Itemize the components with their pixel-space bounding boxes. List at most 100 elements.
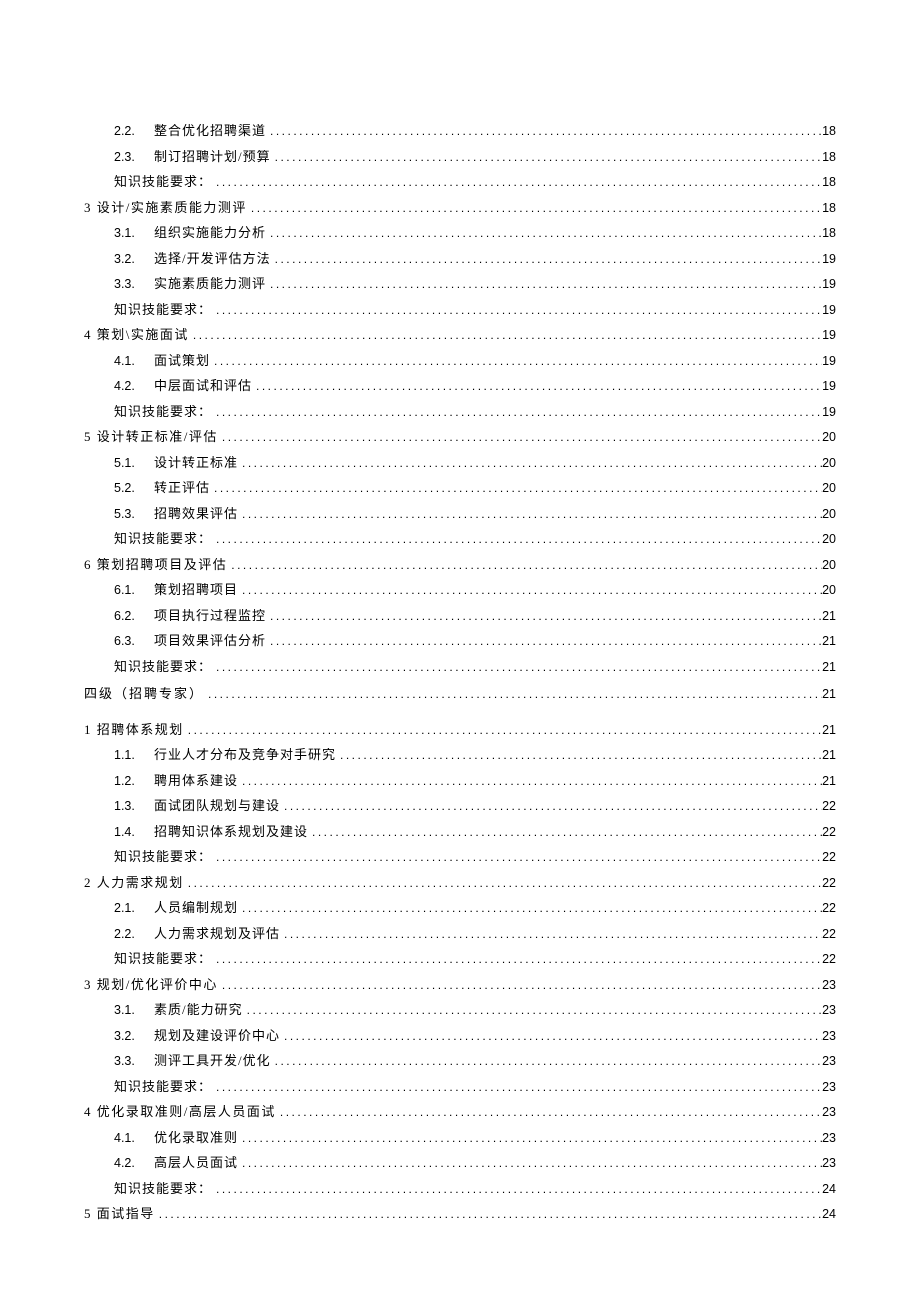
toc-item: 2.2.整合优化招聘渠道............................… — [84, 124, 836, 138]
toc-item: 1.3.面试团队规划与建设...........................… — [84, 799, 836, 813]
table-of-contents: 2.2.整合优化招聘渠道............................… — [84, 124, 836, 1221]
toc-leader: ........................................… — [247, 202, 822, 214]
toc-item-number: 2.2. — [84, 125, 154, 138]
toc-page-number: 19 — [822, 406, 836, 419]
toc-item-title: 招聘效果评估 — [154, 507, 238, 520]
toc-item: 5.2.转正评估................................… — [84, 481, 836, 495]
toc-page-number: 22 — [822, 928, 836, 941]
toc-item: 4.1.优化录取准则..............................… — [84, 1131, 836, 1145]
toc-item: 5 设计转正标准/评估.............................… — [84, 430, 836, 444]
toc-page-number: 18 — [822, 151, 836, 164]
toc-item-title: 项目效果评估分析 — [154, 634, 266, 647]
toc-leader: ........................................… — [238, 457, 822, 469]
toc-item: 5.1.设计转正标准..............................… — [84, 456, 836, 470]
toc-page-number: 21 — [822, 661, 836, 674]
toc-item-title: 项目执行过程监控 — [154, 609, 266, 622]
toc-leader: ........................................… — [276, 1106, 822, 1118]
toc-item: 6.2.项目执行过程监控............................… — [84, 609, 836, 623]
toc-page-number: 18 — [822, 227, 836, 240]
toc-item: 2.1.人员编制规划..............................… — [84, 901, 836, 915]
toc-item: 四级（招聘专家）................................… — [84, 687, 836, 701]
toc-item-number: 4.1. — [84, 1132, 154, 1145]
toc-item: 3 设计/实施素质能力测评...........................… — [84, 201, 836, 215]
toc-item-title: 规划及建设评价中心 — [154, 1029, 280, 1042]
toc-page-number: 19 — [822, 253, 836, 266]
toc-item-number: 4.2. — [84, 1157, 154, 1170]
toc-item-title: 4 优化录取准则/高层人员面试 — [84, 1105, 276, 1118]
toc-page-number: 18 — [822, 125, 836, 138]
toc-item: 3.3.测评工具开发/优化...........................… — [84, 1054, 836, 1068]
toc-page-number: 21 — [822, 749, 836, 762]
toc-item: 3.1.组织实施能力分析............................… — [84, 226, 836, 240]
toc-item: 2.2.人力需求规划及评估...........................… — [84, 927, 836, 941]
toc-item-title: 知识技能要求： — [114, 405, 212, 418]
toc-item: 3.2.选择/开发评估方法...........................… — [84, 252, 836, 266]
toc-page-number: 22 — [822, 902, 836, 915]
toc-item: 6.1.策划招聘项目..............................… — [84, 583, 836, 597]
toc-page-number: 20 — [822, 559, 836, 572]
toc-page-number: 23 — [822, 1004, 836, 1017]
toc-page-number: 19 — [822, 380, 836, 393]
toc-item-title: 5 设计转正标准/评估 — [84, 430, 218, 443]
toc-page-number: 19 — [822, 304, 836, 317]
toc-item: 6.3.项目效果评估分析............................… — [84, 634, 836, 648]
toc-leader: ........................................… — [218, 979, 822, 991]
toc-page-number: 18 — [822, 176, 836, 189]
toc-item-number: 3.2. — [84, 253, 154, 266]
toc-item-title: 知识技能要求： — [114, 303, 212, 316]
toc-page-number: 23 — [822, 979, 836, 992]
toc-leader: ........................................… — [266, 125, 822, 137]
toc-page-number: 21 — [822, 688, 836, 701]
toc-leader: ........................................… — [212, 953, 822, 965]
toc-item: 知识技能要求：.................................… — [84, 952, 836, 966]
toc-item: 4 优化录取准则/高层人员面试.........................… — [84, 1105, 836, 1119]
toc-leader: ........................................… — [238, 1157, 822, 1169]
toc-item: 1.4.招聘知识体系规划及建设.........................… — [84, 825, 836, 839]
toc-item-number: 6.1. — [84, 584, 154, 597]
toc-leader: ........................................… — [238, 1132, 822, 1144]
toc-leader: ........................................… — [212, 851, 822, 863]
toc-item: 知识技能要求：.................................… — [84, 532, 836, 546]
toc-leader: ........................................… — [218, 431, 822, 443]
toc-item: 1.1.行业人才分布及竞争对手研究.......................… — [84, 748, 836, 762]
toc-leader: ........................................… — [266, 610, 822, 622]
toc-item-title: 转正评估 — [154, 481, 210, 494]
toc-page-number: 24 — [822, 1183, 836, 1196]
toc-leader: ........................................… — [189, 329, 822, 341]
toc-page-number: 22 — [822, 953, 836, 966]
toc-page-number: 20 — [822, 482, 836, 495]
toc-item-title: 高层人员面试 — [154, 1156, 238, 1169]
toc-leader: ........................................… — [271, 151, 822, 163]
toc-item-title: 整合优化招聘渠道 — [154, 124, 266, 137]
toc-item-title: 制订招聘计划/预算 — [154, 150, 271, 163]
toc-item-title: 招聘知识体系规划及建设 — [154, 825, 308, 838]
toc-item-number: 3.1. — [84, 1004, 154, 1017]
toc-item-title: 知识技能要求： — [114, 532, 212, 545]
toc-item-title: 素质/能力研究 — [154, 1003, 243, 1016]
toc-leader: ........................................… — [212, 1183, 822, 1195]
toc-leader: ........................................… — [238, 584, 822, 596]
toc-page-number: 22 — [822, 851, 836, 864]
toc-item: 3.1.素质/能力研究.............................… — [84, 1003, 836, 1017]
toc-item-title: 知识技能要求： — [114, 660, 212, 673]
toc-item-title: 面试策划 — [154, 354, 210, 367]
toc-item-title: 实施素质能力测评 — [154, 277, 266, 290]
toc-leader: ........................................… — [212, 1081, 822, 1093]
toc-leader: ........................................… — [184, 724, 822, 736]
toc-item-title: 人员编制规划 — [154, 901, 238, 914]
toc-leader: ........................................… — [204, 688, 822, 700]
toc-page-number: 21 — [822, 610, 836, 623]
toc-item-number: 2.3. — [84, 151, 154, 164]
toc-page-number: 23 — [822, 1030, 836, 1043]
toc-item-title: 知识技能要求： — [114, 1080, 212, 1093]
toc-item-number: 3.3. — [84, 278, 154, 291]
toc-item-title: 知识技能要求： — [114, 952, 212, 965]
toc-item-number: 3.1. — [84, 227, 154, 240]
toc-item-title: 中层面试和评估 — [154, 379, 252, 392]
toc-leader: ........................................… — [212, 304, 822, 316]
toc-page-number: 22 — [822, 826, 836, 839]
toc-item-title: 知识技能要求： — [114, 850, 212, 863]
toc-leader: ........................................… — [210, 482, 822, 494]
toc-page-number: 19 — [822, 355, 836, 368]
toc-item-number: 5.3. — [84, 508, 154, 521]
